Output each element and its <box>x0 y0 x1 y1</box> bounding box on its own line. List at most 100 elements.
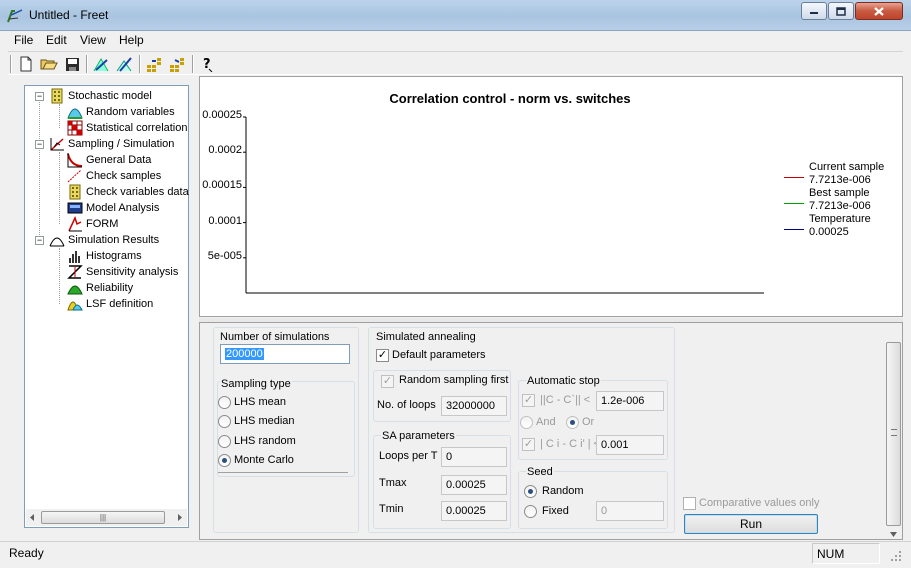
tree-scroll-thumb[interactable]: ||| <box>41 511 165 524</box>
run-simulation-icon <box>93 58 109 72</box>
grid-forward-button[interactable] <box>145 54 165 74</box>
tmin-input[interactable]: 0.00025 <box>441 501 507 521</box>
tree-horizontal-scrollbar[interactable]: ||| <box>26 509 187 526</box>
norm-stop-label[interactable]: ||C - C`|| < <box>540 394 590 406</box>
random-variables-icon <box>67 108 83 119</box>
tree-item-form[interactable]: FORM <box>67 216 118 232</box>
run-tool-button-1[interactable] <box>92 54 112 74</box>
tree-item-stochastic-model[interactable]: Stochastic model <box>49 88 152 104</box>
tree-item-statistical-correlation[interactable]: Statistical correlation <box>67 120 188 136</box>
controls-vertical-scrollbar[interactable] <box>885 339 902 539</box>
tree-item-sampling-simulation[interactable]: Sampling / Simulation <box>49 136 174 152</box>
lhs-random-label[interactable]: LHS random <box>234 435 296 447</box>
toolbar-separator <box>86 55 88 73</box>
loops-per-t-value: 0 <box>446 451 453 463</box>
controls-scroll-thumb[interactable] <box>886 342 901 526</box>
seed-random-radio[interactable] <box>524 485 537 498</box>
tree-label: Stochastic model <box>68 90 152 102</box>
lhs-mean-label[interactable]: LHS mean <box>234 396 286 408</box>
tree-item-model-analysis[interactable]: Model Analysis <box>67 200 159 216</box>
grid-back-button[interactable] <box>168 54 188 74</box>
default-parameters-label[interactable]: Default parameters <box>392 349 486 361</box>
tree-item-lsf-definition[interactable]: LSF definition <box>67 296 153 312</box>
loops-per-t-input[interactable]: 0 <box>441 447 507 467</box>
menu-edit[interactable]: Edit <box>46 33 67 47</box>
minimize-button[interactable] <box>801 2 827 20</box>
lhs-mean-radio[interactable] <box>218 396 231 409</box>
tree-label: LSF definition <box>86 298 154 310</box>
tmax-input[interactable]: 0.00025 <box>441 475 507 495</box>
tree-label: FORM <box>86 218 119 230</box>
comparative-values-label[interactable]: Comparative values only <box>699 497 819 509</box>
scroll-grip-icon <box>891 429 897 436</box>
monte-carlo-radio[interactable] <box>218 454 231 467</box>
tree-collapse-toggle[interactable]: − <box>35 92 44 101</box>
help-button[interactable]: ? <box>198 54 218 74</box>
scroll-down-arrow-icon[interactable] <box>889 529 898 541</box>
tree-item-simulation-results[interactable]: Simulation Results <box>49 232 159 248</box>
cij-stop-label[interactable]: | C i - C i' | < <box>540 438 600 450</box>
default-parameters-checkbox[interactable]: ✓ <box>376 349 389 362</box>
run-button[interactable]: Run <box>684 514 818 534</box>
tree-label: Statistical correlation <box>86 122 188 134</box>
app-icon <box>7 9 23 23</box>
no-of-loops-input[interactable]: 32000000 <box>441 396 507 416</box>
random-sampling-first-checkbox[interactable]: ✓ <box>381 375 394 388</box>
y-tick-label: 0.0001 <box>208 214 242 227</box>
seed-fixed-label[interactable]: Fixed <box>542 505 569 517</box>
save-button[interactable] <box>62 54 82 74</box>
num-simulations-input[interactable]: 200000 <box>220 344 350 364</box>
title-bar: Untitled - Freet <box>0 0 911 31</box>
save-icon <box>65 57 79 71</box>
tree-item-histograms[interactable]: Histograms <box>67 248 142 264</box>
scroll-right-arrow-icon[interactable] <box>176 513 184 525</box>
tree-collapse-toggle[interactable]: − <box>35 236 44 245</box>
cij-stop-input[interactable]: 0.001 <box>596 435 664 455</box>
seed-fixed-radio[interactable] <box>524 505 537 518</box>
tree-item-sensitivity-analysis[interactable]: Sensitivity analysis <box>67 264 178 280</box>
cij-stop-value: 0.001 <box>601 439 629 451</box>
and-label[interactable]: And <box>536 416 556 428</box>
and-radio[interactable] <box>520 416 533 429</box>
lsf-definition-icon <box>67 301 83 311</box>
seed-fixed-input[interactable]: 0 <box>596 501 664 521</box>
lhs-random-radio[interactable] <box>218 435 231 448</box>
or-label[interactable]: Or <box>582 416 594 428</box>
menu-file[interactable]: File <box>14 33 33 47</box>
menu-view[interactable]: View <box>80 33 106 47</box>
tree-item-random-variables[interactable]: Random variables <box>67 104 175 120</box>
comparative-values-checkbox[interactable] <box>683 497 696 510</box>
tree-label: Model Analysis <box>86 202 160 214</box>
menu-help[interactable]: Help <box>119 33 144 47</box>
new-file-button[interactable] <box>16 54 36 74</box>
seed-random-label[interactable]: Random <box>542 485 584 497</box>
run-tool-button-2[interactable] <box>115 54 135 74</box>
norm-stop-checkbox[interactable]: ✓ <box>522 394 535 407</box>
tmin-label: Tmin <box>379 503 404 515</box>
new-file-icon <box>20 56 32 72</box>
tree-collapse-toggle[interactable]: − <box>35 140 44 149</box>
lhs-median-radio[interactable] <box>218 415 231 428</box>
maximize-button[interactable] <box>828 2 854 20</box>
monte-carlo-label[interactable]: Monte Carlo <box>234 454 294 466</box>
automatic-stop-label: Automatic stop <box>526 375 601 387</box>
norm-stop-input[interactable]: 1.2e-006 <box>596 391 664 411</box>
tree-item-check-samples[interactable]: Check samples <box>67 168 161 184</box>
sampling-type-label: Sampling type <box>220 378 292 390</box>
cij-stop-checkbox[interactable]: ✓ <box>522 438 535 451</box>
open-button[interactable] <box>39 54 59 74</box>
tmax-label: Tmax <box>379 477 407 489</box>
tree-item-check-variables-data[interactable]: Check variables data <box>67 184 189 200</box>
resize-grip-icon[interactable] <box>885 545 905 565</box>
lhs-median-label[interactable]: LHS median <box>234 415 295 427</box>
toolbar: ? <box>8 51 903 75</box>
tree-item-reliability[interactable]: Reliability <box>67 280 133 296</box>
random-sampling-first-label[interactable]: Random sampling first <box>399 374 508 386</box>
navigation-tree[interactable]: − Stochastic model Random variables Stat… <box>24 85 189 528</box>
tree-item-general-data[interactable]: General Data <box>67 152 151 168</box>
simulation-results-icon <box>49 237 65 247</box>
or-radio[interactable] <box>566 416 579 429</box>
scroll-left-arrow-icon[interactable] <box>28 513 36 525</box>
close-button[interactable] <box>855 2 903 20</box>
tree-guide-line <box>59 104 60 128</box>
